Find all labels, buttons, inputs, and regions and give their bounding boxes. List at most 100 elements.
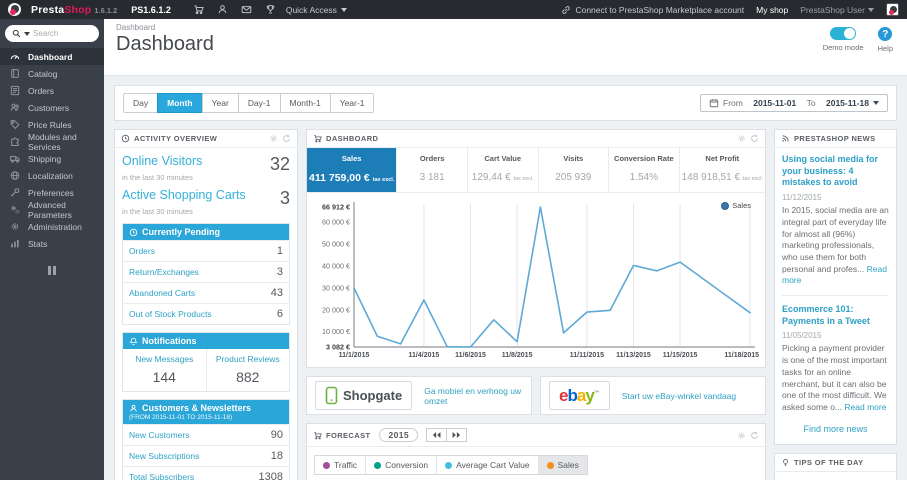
forecast-tabs: Traffic Conversion Average Cart Value Sa…: [314, 455, 588, 475]
kpi-orders[interactable]: Orders 3 181: [396, 148, 467, 192]
svg-text:60 000 €: 60 000 €: [322, 218, 350, 227]
online-visitors-link[interactable]: Online Visitors: [122, 154, 202, 175]
online-visitors-value: 32: [269, 154, 290, 174]
active-carts-link[interactable]: Active Shopping Carts: [122, 188, 246, 209]
read-more-link[interactable]: Read more: [844, 402, 886, 412]
tab-average-cart-value[interactable]: Average Cart Value: [436, 456, 537, 474]
out-of-stock-link[interactable]: Out of Stock Products: [129, 309, 212, 319]
refresh-icon[interactable]: [750, 134, 759, 143]
user-menu[interactable]: PrestaShop User: [800, 5, 874, 15]
ebay-logo[interactable]: ebay™: [549, 381, 610, 410]
customers-newsletters-section: Customers & Newsletters (FROM 2015-11-01…: [122, 399, 290, 480]
new-messages-link[interactable]: New Messages: [125, 354, 204, 364]
kpi-conversion-rate[interactable]: Conversion Rate 1.54%: [608, 148, 679, 192]
activity-overview-panel: ACTIVITY OVERVIEW Online Visitors 32 in t…: [114, 129, 298, 480]
search-filter-caret-icon[interactable]: [24, 31, 30, 36]
refresh-icon[interactable]: [282, 134, 291, 143]
gear-icon[interactable]: [737, 431, 746, 440]
sidebar-item-preferences[interactable]: Preferences: [0, 184, 104, 201]
sidebar-item-stats[interactable]: Stats: [0, 235, 104, 252]
news-article-title[interactable]: Ecommerce 101: Payments in a Tweet: [782, 304, 889, 327]
news-article-date: 11/05/2015: [782, 331, 822, 341]
forecast-next-button[interactable]: [445, 428, 467, 442]
find-more-news-link[interactable]: Find more news: [782, 424, 889, 434]
filter-year-button[interactable]: Year: [201, 93, 239, 113]
news-panel-title: PRESTASHOP NEWS: [794, 134, 876, 143]
news-article-title[interactable]: Using social media for your business: 4 …: [782, 154, 889, 189]
sidebar-item-orders[interactable]: Orders: [0, 82, 104, 99]
mail-icon[interactable]: [241, 4, 252, 15]
kpi-net-profit[interactable]: Net Profit 148 918,51 € tax excl.: [678, 148, 765, 192]
search-input[interactable]: [33, 29, 85, 38]
shopgate-logo[interactable]: Shopgate: [315, 381, 413, 410]
abandoned-carts-value: 43: [270, 287, 283, 299]
kpi-cart-value[interactable]: Cart Value 129,44 € tax excl.: [466, 148, 538, 192]
sidebar-item-catalog[interactable]: Catalog: [0, 65, 104, 82]
ebay-promo: ebay™ Start uw eBay-winkel vandaag: [540, 376, 766, 415]
clock-icon: [129, 228, 138, 236]
tab-traffic[interactable]: Traffic: [315, 456, 365, 474]
sidebar-item-modules[interactable]: Modules and Services: [0, 132, 104, 152]
sidebar-item-dashboard[interactable]: Dashboard: [0, 48, 104, 65]
filter-day-1-button[interactable]: Day-1: [237, 93, 281, 113]
pending-orders-link[interactable]: Orders: [129, 246, 155, 256]
content: Day Month Year Day-1 Month-1 Year-1 From…: [104, 76, 907, 480]
new-customers-link[interactable]: New Customers: [129, 430, 189, 440]
user-icon[interactable]: [217, 4, 228, 15]
avatar[interactable]: [886, 3, 899, 16]
kpi-visits[interactable]: Visits 205 939: [537, 148, 609, 192]
forward-icon: [452, 431, 461, 439]
traffic-dot-icon: [323, 461, 330, 469]
forecast-prev-button[interactable]: [425, 428, 447, 442]
my-shop-link[interactable]: My shop: [756, 5, 788, 15]
filter-year-1-button[interactable]: Year-1: [329, 93, 375, 113]
sidebar-item-localization[interactable]: Localization: [0, 167, 104, 184]
cart-icon[interactable]: [193, 4, 204, 15]
pending-returns-link[interactable]: Return/Exchanges: [129, 267, 199, 277]
gear-icon[interactable]: [269, 134, 278, 143]
svg-text:40 000 €: 40 000 €: [322, 261, 350, 270]
demo-mode-label: Demo mode: [822, 43, 864, 52]
pending-orders-value: 1: [276, 245, 283, 257]
svg-text:11/1/2015: 11/1/2015: [339, 352, 370, 359]
marketplace-link[interactable]: Connect to PrestaShop Marketplace accoun…: [561, 5, 744, 15]
gear-icon[interactable]: [737, 134, 746, 143]
total-subscribers-link[interactable]: Total Subscribers: [129, 472, 194, 480]
brand-version: 1.6.1.2: [94, 7, 118, 15]
sidebar-item-customers[interactable]: Customers: [0, 99, 104, 116]
product-reviews-link[interactable]: Product Reviews: [209, 354, 288, 364]
dashboard-cart-icon: [314, 135, 322, 143]
sidebar-menu: Dashboard Catalog Orders Customers Price…: [0, 48, 104, 252]
filter-month-1-button[interactable]: Month-1: [279, 93, 331, 113]
quick-access-menu[interactable]: Quick Access: [286, 5, 347, 15]
preferences-icon: [11, 188, 20, 197]
kpi-sales[interactable]: Sales 411 759,00 € tax excl.: [307, 148, 397, 192]
filter-month-button[interactable]: Month: [157, 93, 203, 113]
active-carts-value: 3: [279, 188, 290, 208]
new-subscriptions-link[interactable]: New Subscriptions: [129, 451, 199, 461]
sidebar-collapse-button[interactable]: [46, 266, 58, 275]
breadcrumb[interactable]: Dashboard: [116, 23, 895, 32]
search-icon: [12, 29, 21, 38]
help-button[interactable]: ?: [878, 27, 893, 41]
refresh-icon[interactable]: [750, 431, 759, 440]
abandoned-carts-link[interactable]: Abandoned Carts: [129, 288, 195, 298]
trophy-icon[interactable]: [265, 4, 276, 15]
svg-text:66 912 €: 66 912 €: [322, 202, 350, 211]
sales-chart-area: Sales 3 082 € 10 000 € 20 000 € 30 000 € 40 …: [307, 193, 765, 367]
ebay-promo-link[interactable]: Start uw eBay-winkel vandaag: [622, 391, 736, 401]
filter-day-button[interactable]: Day: [123, 93, 159, 113]
sidebar-item-advanced-parameters[interactable]: Advanced Parameters: [0, 200, 104, 220]
shopgate-promo-link[interactable]: Ga mobiel en verhoog uw omzet: [424, 386, 523, 406]
dashboard-icon: [10, 55, 20, 60]
demo-mode-toggle[interactable]: [830, 27, 857, 40]
sidebar-item-shipping[interactable]: Shipping: [0, 150, 104, 167]
date-range-picker[interactable]: From 2015-11-01 To 2015-11-18: [700, 94, 888, 112]
sidebar-item-administration[interactable]: Administration: [0, 218, 104, 235]
sidebar-search[interactable]: [5, 25, 99, 42]
news-article-date: 11/12/2015: [782, 193, 822, 203]
chevron-down-icon: [340, 7, 347, 12]
tab-conversion[interactable]: Conversion: [365, 456, 436, 474]
tab-sales[interactable]: Sales: [537, 456, 587, 474]
sidebar-item-price-rules[interactable]: Price Rules: [0, 116, 104, 133]
